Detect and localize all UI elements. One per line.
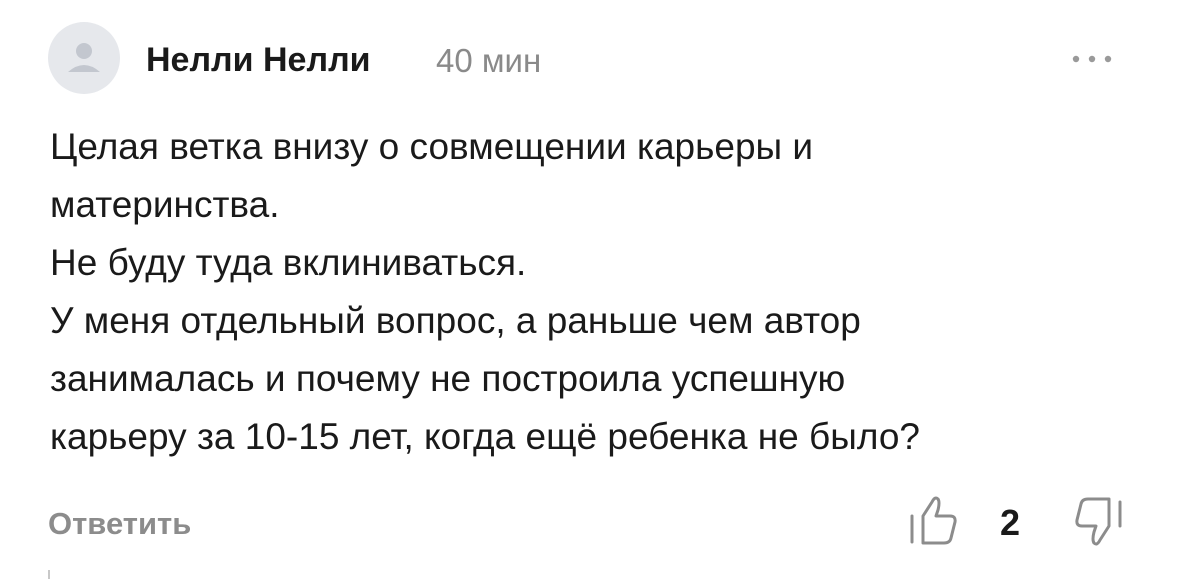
comment-paragraph: Не буду туда вклиниваться. bbox=[50, 242, 527, 283]
like-button[interactable] bbox=[906, 490, 962, 550]
divider bbox=[48, 570, 50, 579]
thumbs-down-icon bbox=[1075, 497, 1122, 546]
thumbs-up-icon bbox=[910, 496, 957, 545]
avatar[interactable] bbox=[48, 22, 120, 94]
comment-text: Целая ветка внизу о совмещении карьеры и… bbox=[50, 118, 1140, 466]
more-options-button[interactable] bbox=[1068, 48, 1116, 70]
comment-card: Нелли Нелли 40 мин Целая ветка внизу о с… bbox=[0, 0, 1178, 579]
more-dots-icon bbox=[1072, 55, 1112, 63]
comment-paragraph: У меня отдельный вопрос, а раньше чем ав… bbox=[50, 300, 920, 457]
like-count: 2 bbox=[1000, 502, 1021, 543]
user-silhouette-icon bbox=[68, 43, 100, 72]
reply-button[interactable]: Ответить bbox=[48, 502, 191, 546]
comment-time: 40 мин bbox=[436, 42, 542, 79]
author-name[interactable]: Нелли Нелли bbox=[146, 38, 371, 82]
dislike-button[interactable] bbox=[1070, 494, 1126, 554]
comment-paragraph: Целая ветка внизу о совмещении карьеры и… bbox=[50, 126, 814, 225]
